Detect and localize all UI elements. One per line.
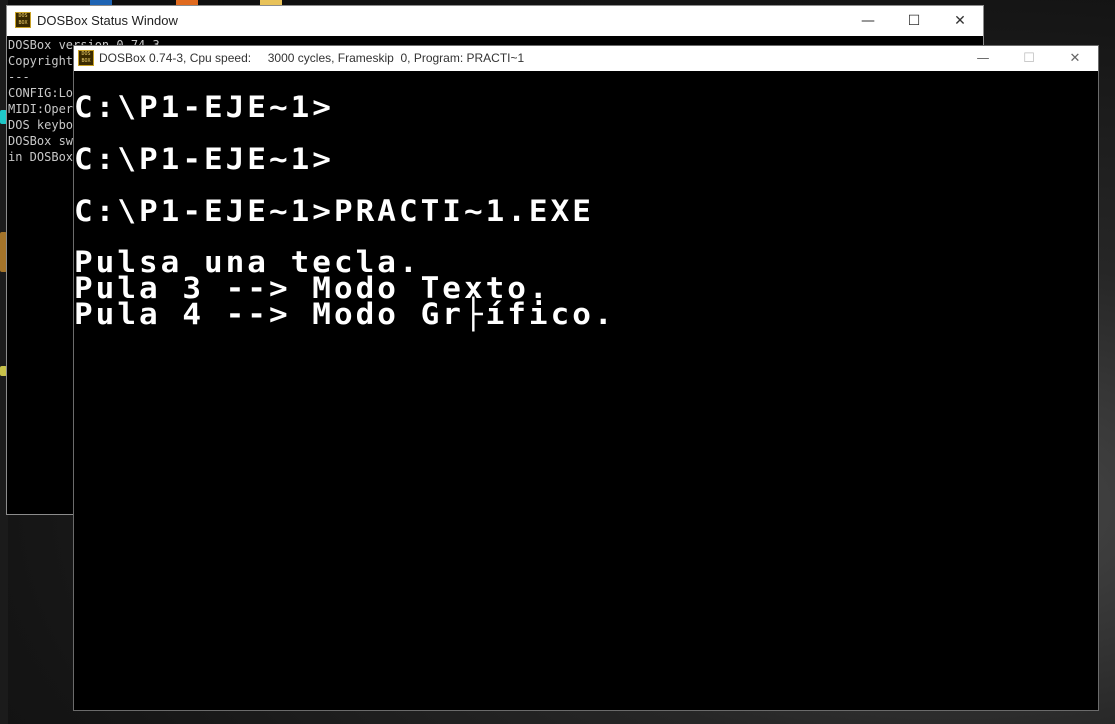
dosbox-window-titlebar[interactable]: DOS BOX DOSBox 0.74-3, Cpu speed: 3000 c… (74, 46, 1098, 71)
console-line: C:\P1-EJE~1>PRACTI~1.EXE (74, 194, 594, 229)
status-line: Copyright (8, 54, 74, 68)
console-line: C:\P1-EJE~1> (74, 90, 334, 125)
console-line: C:\P1-EJE~1> (74, 142, 334, 177)
maximize-icon: ☐ (1023, 51, 1035, 66)
status-line: DOSBox sw (8, 134, 74, 148)
maximize-button[interactable]: ☐ (891, 6, 937, 36)
minimize-button[interactable]: — (960, 46, 1006, 71)
console-line: Pula 4 --> Modo Gr├ífico. (74, 297, 616, 332)
dosbox-window-title: DOSBox 0.74-3, Cpu speed: 3000 cycles, F… (99, 51, 525, 65)
status-window-titlebar[interactable]: DOS BOX DOSBox Status Window — ☐ ✕ (7, 6, 983, 36)
minimize-icon: — (861, 13, 875, 29)
status-line: --- (8, 70, 30, 84)
status-line: MIDI:Oper (8, 102, 74, 116)
status-line: DOS keybo (8, 118, 74, 132)
dosbox-icon: DOS BOX (78, 50, 94, 66)
close-icon: ✕ (954, 13, 966, 29)
status-line: CONFIG:Lo (8, 86, 74, 100)
close-button[interactable]: ✕ (937, 6, 983, 36)
minimize-button[interactable]: — (845, 6, 891, 36)
close-icon: ✕ (1069, 51, 1081, 66)
maximize-button[interactable]: ☐ (1006, 46, 1052, 71)
close-button[interactable]: ✕ (1052, 46, 1098, 71)
dosbox-icon: DOS BOX (15, 12, 31, 28)
status-line: in DOSBox (8, 150, 74, 164)
dos-console-screen[interactable]: C:\P1-EJE~1> C:\P1-EJE~1> C:\P1-EJE~1>PR… (74, 71, 1098, 710)
dosbox-window[interactable]: DOS BOX DOSBox 0.74-3, Cpu speed: 3000 c… (73, 45, 1099, 711)
minimize-icon: — (976, 51, 990, 66)
maximize-icon: ☐ (907, 13, 921, 29)
status-window-title: DOSBox Status Window (37, 13, 178, 28)
